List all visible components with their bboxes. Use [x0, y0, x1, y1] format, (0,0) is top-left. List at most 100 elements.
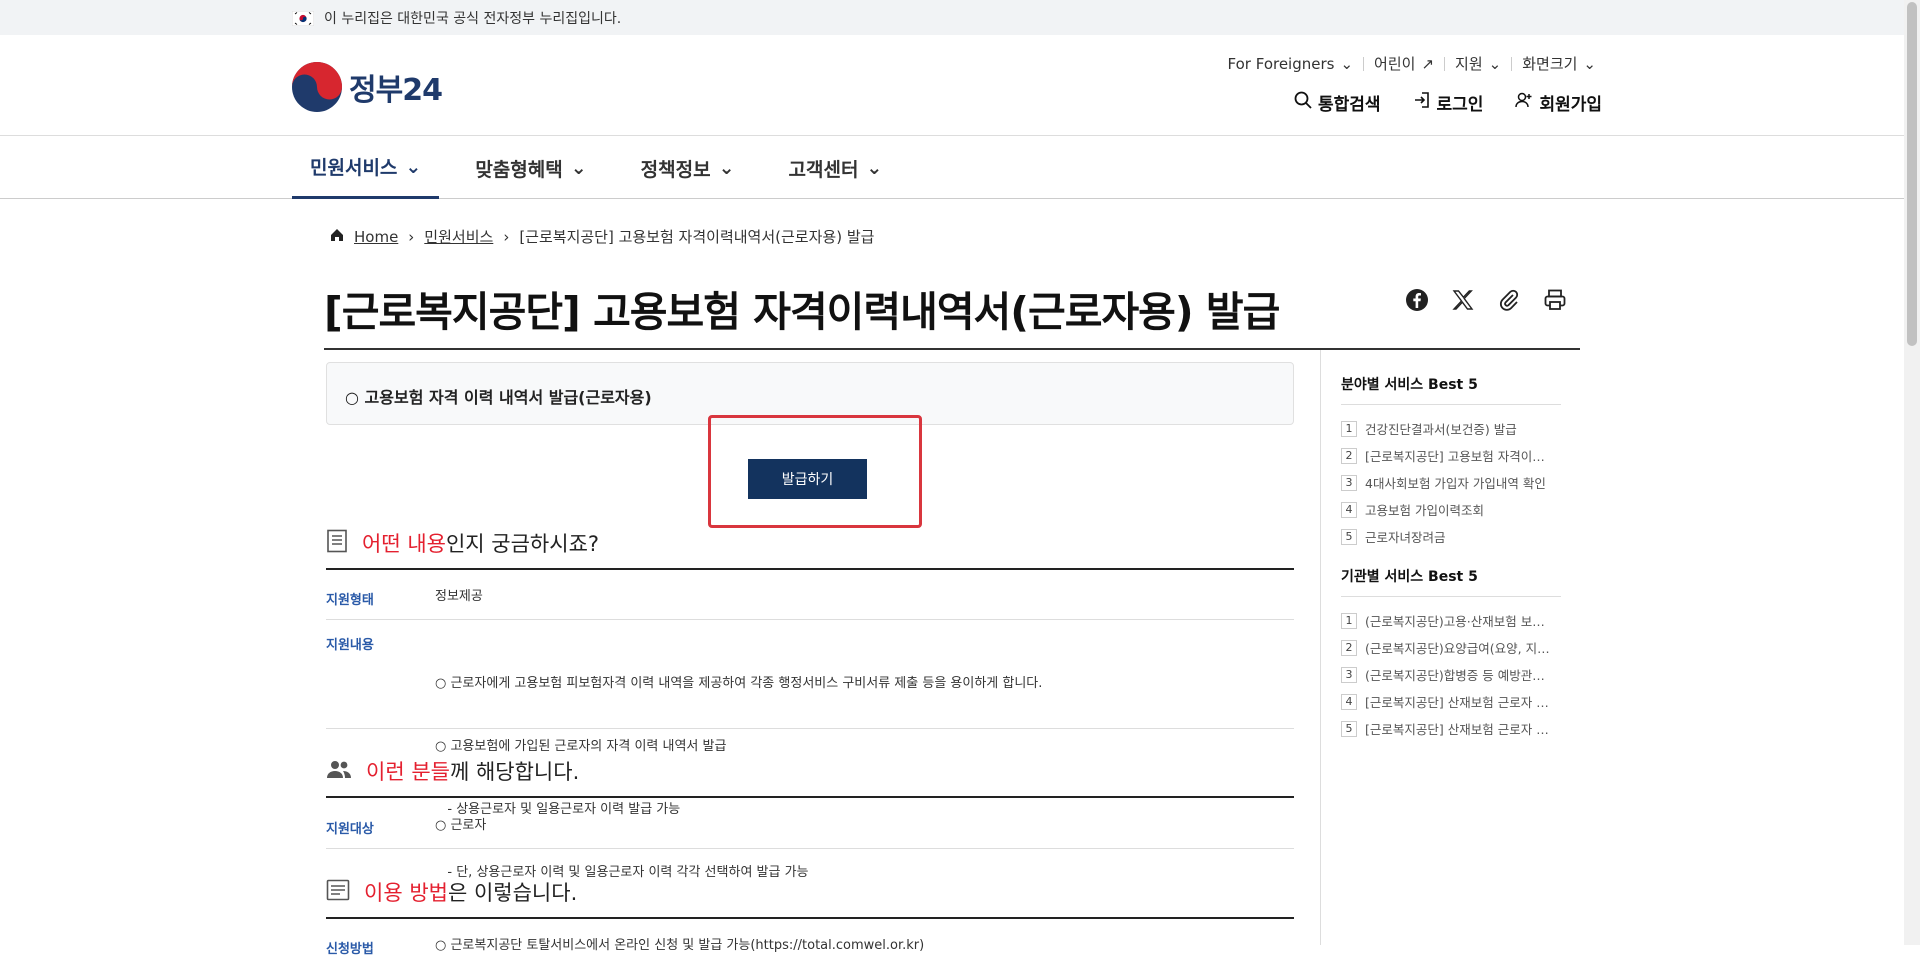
- search-icon: [1294, 91, 1312, 114]
- section-divider: [326, 568, 1294, 570]
- x-twitter-icon[interactable]: [1451, 288, 1475, 312]
- search-button[interactable]: 통합검색: [1294, 90, 1381, 115]
- nav-label: 맞춤형혜택: [475, 158, 563, 181]
- support-menu[interactable]: 지원 ⌄: [1445, 53, 1511, 74]
- link-copy-icon[interactable]: [1497, 288, 1521, 312]
- signup-label: 회원가입: [1539, 95, 1602, 115]
- nav-label: 고객센터: [788, 158, 859, 181]
- login-icon: [1413, 91, 1431, 114]
- login-button[interactable]: 로그인: [1413, 90, 1484, 115]
- row-divider: [326, 728, 1294, 729]
- method-value: ○ 근로복지공단 토탈서비스에서 온라인 신청 및 발급 가능(https://…: [435, 938, 925, 953]
- best-org-services: 기관별 서비스 Best 5 1(근로복지공단)고용·산재보험 보험료 신고 2…: [1341, 566, 1561, 742]
- title-divider: [324, 348, 1580, 350]
- search-label: 통합검색: [1317, 95, 1381, 115]
- site-header: 정부24 For Foreigners ⌄ 어린이 ↗ 지원 ⌄ 화면크기 ⌄ …: [0, 35, 1904, 136]
- best-org-item[interactable]: 5 [근로복지공단] 산재보험 근로자 증명원: [1341, 715, 1556, 742]
- list-icon: [326, 879, 350, 906]
- target-value: ○ 근로자: [435, 818, 487, 833]
- section-how-rest: 은 이렇습니다.: [447, 881, 578, 905]
- service-option-label: ○ 고용보험 자격 이력 내역서 발급(근로자용): [345, 388, 652, 407]
- nav-customer-center[interactable]: 고객센터 ⌄: [771, 137, 901, 199]
- login-label: 로그인: [1436, 95, 1484, 115]
- section-what-rest: 인지 궁금하시죠?: [445, 532, 600, 556]
- best-field-title: 분야별 서비스 Best 5: [1341, 374, 1561, 405]
- facebook-icon[interactable]: [1405, 288, 1429, 312]
- content-line: - 상용근로자 및 일용근로자 이력 발급 가능: [435, 802, 681, 817]
- chevron-down-icon: ⌄: [1488, 54, 1502, 73]
- scrollbar-thumb[interactable]: [1907, 2, 1917, 346]
- best-field-item[interactable]: 5 근로자녀장려금: [1341, 523, 1556, 550]
- section-what-heading: 어떤 내용인지 궁금하시죠?: [326, 528, 599, 558]
- support-type-label: 지원형태: [326, 593, 374, 608]
- row-divider: [326, 619, 1294, 620]
- external-link-icon: ↗: [1421, 54, 1435, 73]
- best-field-item[interactable]: 4 고용보험 가입이력조회: [1341, 496, 1556, 523]
- signup-button[interactable]: 회원가입: [1515, 90, 1602, 115]
- section-who-rest: 께 해당합니다.: [449, 760, 580, 784]
- site-logo[interactable]: 정부24: [291, 61, 443, 113]
- for-foreigners-label: For Foreigners: [1227, 54, 1335, 73]
- nav-label: 정책정보: [640, 158, 711, 181]
- best-org-item[interactable]: 1(근로복지공단)고용·산재보험 보험료 신고: [1341, 607, 1556, 634]
- support-content-label: 지원내용: [326, 638, 374, 653]
- breadcrumb-civil-service[interactable]: 민원서비스: [424, 226, 493, 247]
- chevron-right-icon: ›: [503, 227, 510, 246]
- issue-button[interactable]: 발급하기: [748, 459, 867, 499]
- chevron-down-icon: ⌄: [570, 157, 587, 179]
- font-size-label: 화면크기: [1522, 55, 1578, 73]
- page-scrollbar[interactable]: [1904, 0, 1920, 945]
- content-line: ○ 근로자에게 고용보험 피보험자격 이력 내역을 제공하여 각종 행정서비스 …: [435, 676, 1043, 691]
- chevron-right-icon: ›: [408, 227, 415, 246]
- nav-custom-benefits[interactable]: 맞춤형혜택 ⌄: [457, 137, 604, 199]
- font-size-menu[interactable]: 화면크기 ⌄: [1512, 53, 1606, 74]
- kids-link[interactable]: 어린이 ↗: [1364, 53, 1444, 74]
- best-org-item[interactable]: 4[근로복지공단] 산재보험 근로자 자격이력: [1341, 688, 1556, 715]
- aside-divider: [1320, 350, 1321, 945]
- support-label: 지원: [1455, 55, 1483, 73]
- best-org-title: 기관별 서비스 Best 5: [1341, 566, 1561, 597]
- chevron-down-icon: ⌄: [866, 157, 883, 179]
- main-navigation: 민원서비스 ⌄ 맞춤형혜택 ⌄ 정책정보 ⌄ 고객센터 ⌄: [0, 137, 1904, 199]
- korea-flag-icon: [291, 10, 315, 26]
- support-type-value: 정보제공: [435, 589, 483, 604]
- section-divider: [326, 917, 1294, 919]
- chevron-down-icon: ⌄: [405, 155, 422, 178]
- chevron-down-icon: ⌄: [1583, 54, 1596, 73]
- taegeuk-logo-icon: [292, 62, 342, 112]
- method-label: 신청방법: [326, 942, 374, 957]
- section-what-highlight: 어떤 내용: [362, 532, 446, 556]
- best-field-item[interactable]: 2[근로복지공단] 고용보험 자격이력내역서(근로자용) 발급: [1341, 442, 1556, 469]
- breadcrumb: Home › 민원서비스 › [근로복지공단] 고용보험 자격이력내역서(근로자…: [330, 226, 874, 247]
- page-title: [근로복지공단] 고용보험 자격이력내역서(근로자용) 발급: [324, 288, 1280, 336]
- breadcrumb-home[interactable]: Home: [354, 228, 398, 246]
- document-icon: [326, 529, 348, 558]
- best-field-item[interactable]: 3 4대사회보험 가입자 가입내역 확인: [1341, 469, 1556, 496]
- breadcrumb-current: [근로복지공단] 고용보험 자격이력내역서(근로자용) 발급: [519, 228, 875, 246]
- chevron-down-icon: ⌄: [1340, 54, 1354, 73]
- best-org-item[interactable]: 3 (근로복지공단)합병증 등 예방관리 신청: [1341, 661, 1556, 688]
- kids-label: 어린이: [1374, 55, 1416, 73]
- section-how-highlight: 이용 방법: [364, 881, 448, 905]
- user-menu: 통합검색 로그인 회원가입: [1294, 90, 1602, 115]
- nav-label: 민원서비스: [310, 157, 398, 179]
- content-line: ○ 고용보험에 가입된 근로자의 자격 이력 내역서 발급: [435, 739, 727, 754]
- people-icon: [326, 759, 352, 784]
- row-divider: [326, 848, 1294, 849]
- chevron-down-icon: ⌄: [718, 157, 735, 179]
- best-org-item[interactable]: 2(근로복지공단)요양급여(요양, 지급) 신청: [1341, 634, 1556, 661]
- best-field-item[interactable]: 1 건강진단결과서(보건증) 발급: [1341, 415, 1556, 442]
- share-tools: [1405, 288, 1567, 312]
- target-label: 지원대상: [326, 822, 374, 837]
- government-notice-bar: 이 누리집은 대한민국 공식 전자정부 누리집입니다.: [0, 0, 1904, 35]
- for-foreigners-menu[interactable]: For Foreigners ⌄: [1218, 55, 1364, 73]
- section-divider: [326, 796, 1294, 798]
- print-icon[interactable]: [1543, 288, 1567, 312]
- home-icon: [330, 228, 344, 246]
- notice-text: 이 누리집은 대한민국 공식 전자정부 누리집입니다.: [324, 11, 622, 27]
- section-who-heading: 이런 분들께 해당합니다.: [326, 756, 579, 786]
- add-user-icon: [1515, 91, 1533, 114]
- section-who-highlight: 이런 분들: [366, 760, 450, 784]
- nav-policy-info[interactable]: 정책정보 ⌄: [623, 137, 753, 199]
- nav-civil-service[interactable]: 민원서비스 ⌄: [292, 137, 440, 199]
